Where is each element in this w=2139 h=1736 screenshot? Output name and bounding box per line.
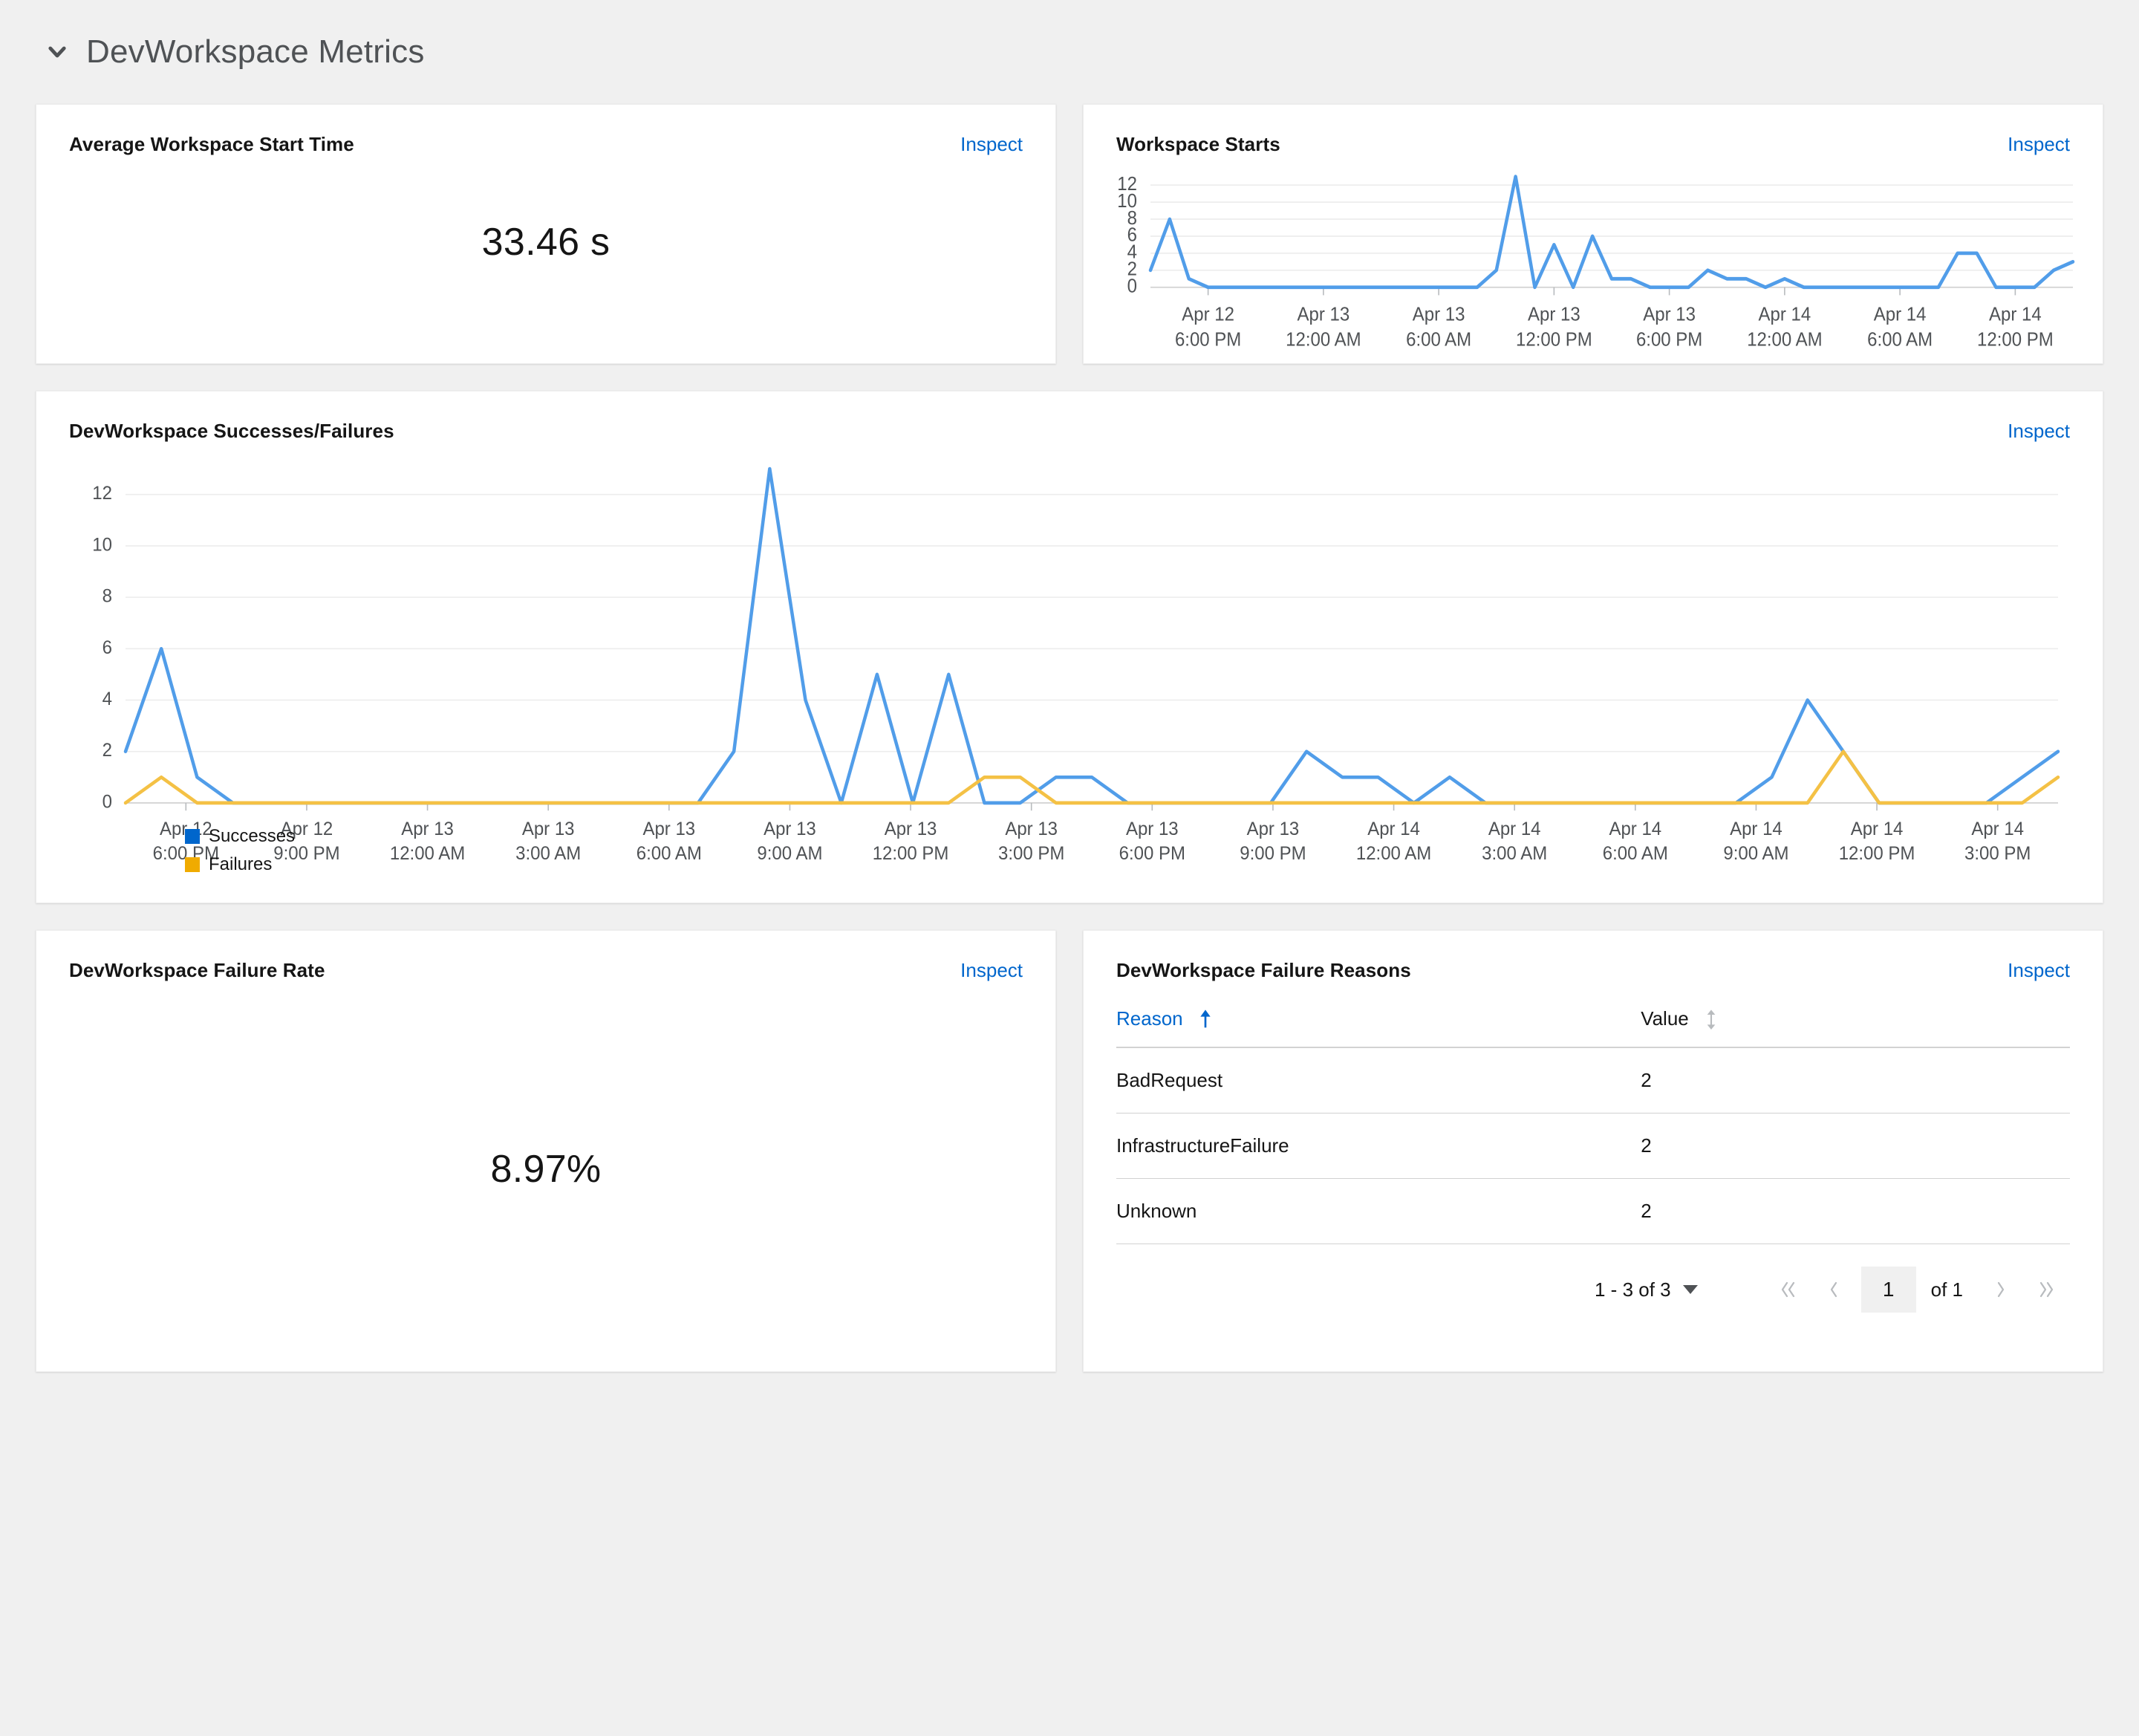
workspace-starts-chart[interactable]: 0 2 4 6 8 10 12 Apr 12 6:00 PM Apr 13 12:00 AM Apr … xyxy=(1084,156,2103,363)
svg-text:0: 0 xyxy=(102,792,112,812)
svg-text:Apr 143:00 PM: Apr 14 3:00 PM xyxy=(1964,819,2031,864)
svg-text:Apr 1312:00 PM: Apr 13 12:00 PM xyxy=(1516,305,1592,351)
card-workspace-starts: Workspace Starts Inspect 0 2 4 6 8 10 12 Apr 12… xyxy=(1083,104,2103,364)
svg-text:Apr 139:00 AM: Apr 13 9:00 AM xyxy=(757,819,822,864)
cell-reason: Unknown xyxy=(1116,1178,1641,1244)
svg-text:Apr 133:00 PM: Apr 13 3:00 PM xyxy=(998,819,1064,864)
first-page-button[interactable] xyxy=(1765,1267,1811,1313)
page-title: DevWorkspace Metrics xyxy=(86,33,425,70)
svg-text:Apr 146:00 AM: Apr 14 6:00 AM xyxy=(1603,819,1668,864)
card-body: 0 2 4 6 8 10 12 Apr 12 6:00 PM Apr 12 9:00 PM Apr 1… xyxy=(36,443,2103,903)
svg-text:Apr 126:00 PM: Apr 12 6:00 PM xyxy=(1175,305,1241,351)
cell-reason: BadRequest xyxy=(1116,1047,1641,1114)
column-header-reason-label: Reason xyxy=(1116,1007,1183,1030)
table-row: BadRequest 2 xyxy=(1116,1047,2070,1114)
cell-value: 2 xyxy=(1641,1178,2070,1244)
successes-failures-chart[interactable]: 0 2 4 6 8 10 12 Apr 12 6:00 PM Apr 12 9:00 PM Apr 1… xyxy=(36,443,2103,903)
svg-text:Apr 136:00 AM: Apr 13 6:00 AM xyxy=(637,819,702,864)
legend-label: Successes xyxy=(209,826,296,846)
cell-value: 2 xyxy=(1641,1113,2070,1179)
card-header: DevWorkspace Successes/Failures Inspect xyxy=(36,391,2103,443)
failure-reasons-table: Reason Value BadRequest 2 Infrastructure… xyxy=(1116,1007,2070,1244)
failure-reasons-table-wrapper: Reason Value BadRequest 2 Infrastructure… xyxy=(1084,982,2103,1244)
row-3: DevWorkspace Failure Rate Inspect 8.97% … xyxy=(36,930,2103,1372)
stat-wrapper: 33.46 s xyxy=(36,138,1055,345)
svg-text:4: 4 xyxy=(102,689,112,709)
svg-text:Apr 133:00 AM: Apr 13 3:00 AM xyxy=(515,819,581,864)
legend-item[interactable]: Failures xyxy=(185,854,295,875)
dashboard-page: DevWorkspace Metrics Average Workspace S… xyxy=(0,0,2139,1736)
svg-text:Apr 149:00 AM: Apr 14 9:00 AM xyxy=(1723,819,1788,864)
card-body: Reason Value BadRequest 2 Infrastructure… xyxy=(1084,982,2103,1371)
svg-text:Apr 143:00 AM: Apr 14 3:00 AM xyxy=(1482,819,1547,864)
card-title: Workspace Starts xyxy=(1116,133,1280,155)
card-successes-failures: DevWorkspace Successes/Failures Inspect … xyxy=(36,391,2103,903)
stat-value: 8.97% xyxy=(490,1148,602,1191)
page-total-label: of 1 xyxy=(1930,1278,1963,1301)
legend-swatch-icon xyxy=(185,829,200,844)
chevron-down-icon[interactable] xyxy=(45,39,70,65)
svg-text:2: 2 xyxy=(102,741,112,761)
table-header-row: Reason Value xyxy=(1116,1007,2070,1048)
inspect-link[interactable]: Inspect xyxy=(2008,959,2070,982)
svg-text:Apr 1312:00 AM: Apr 13 12:00 AM xyxy=(1286,305,1361,351)
section-header[interactable]: DevWorkspace Metrics xyxy=(36,0,2103,104)
legend-label: Failures xyxy=(209,854,273,874)
card-body: 0 2 4 6 8 10 12 Apr 12 6:00 PM Apr 13 12:00 AM Apr … xyxy=(1084,156,2103,363)
card-title: DevWorkspace Failure Reasons xyxy=(1116,959,1411,981)
legend-swatch-icon xyxy=(185,857,200,872)
svg-text:12: 12 xyxy=(1117,174,1137,195)
sort-arrow-up-icon[interactable] xyxy=(1199,1009,1211,1030)
card-average-workspace-start-time: Average Workspace Start Time Inspect 33.… xyxy=(36,104,1056,364)
card-body: 8.97% xyxy=(36,982,1055,1371)
card-title: DevWorkspace Successes/Failures xyxy=(69,420,394,442)
chevron-down-icon[interactable] xyxy=(1682,1285,1698,1294)
svg-text:Apr 1412:00 PM: Apr 14 12:00 PM xyxy=(1839,819,1915,864)
row-1: Average Workspace Start Time Inspect 33.… xyxy=(36,104,2103,364)
svg-text:10: 10 xyxy=(92,535,112,555)
card-failure-rate: DevWorkspace Failure Rate Inspect 8.97% xyxy=(36,930,1056,1372)
svg-text:6: 6 xyxy=(102,637,112,657)
table-row: InfrastructureFailure 2 xyxy=(1116,1113,2070,1179)
svg-text:Apr 1312:00 PM: Apr 13 12:00 PM xyxy=(873,819,949,864)
inspect-link[interactable]: Inspect xyxy=(2008,420,2070,443)
card-body: 33.46 s xyxy=(36,156,1055,363)
sort-updown-icon[interactable] xyxy=(1705,1009,1717,1030)
pagination-range-label: 1 - 3 of 3 xyxy=(1595,1278,1671,1301)
last-page-button[interactable] xyxy=(2024,1267,2070,1313)
svg-text:Apr 136:00 PM: Apr 13 6:00 PM xyxy=(1636,305,1702,351)
svg-text:Apr 1412:00 AM: Apr 14 12:00 AM xyxy=(1747,305,1822,351)
svg-text:Apr 139:00 PM: Apr 13 9:00 PM xyxy=(1240,819,1306,864)
chart-legend: Successes Failures xyxy=(185,826,295,875)
next-page-button[interactable] xyxy=(1978,1267,2024,1313)
svg-text:Apr 146:00 AM: Apr 14 6:00 AM xyxy=(1867,305,1933,351)
card-header: DevWorkspace Failure Reasons Inspect xyxy=(1084,931,2103,982)
svg-text:12: 12 xyxy=(92,484,112,504)
card-failure-reasons: DevWorkspace Failure Reasons Inspect Rea… xyxy=(1083,930,2103,1372)
row-2: DevWorkspace Successes/Failures Inspect … xyxy=(36,391,2103,903)
per-page-dropdown[interactable]: 1 - 3 of 3 xyxy=(1595,1278,1698,1301)
legend-item[interactable]: Successes xyxy=(185,826,295,847)
svg-text:Apr 136:00 PM: Apr 13 6:00 PM xyxy=(1119,819,1185,864)
svg-text:8: 8 xyxy=(102,586,112,606)
column-header-value-label: Value xyxy=(1641,1007,1689,1030)
svg-text:Apr 1412:00 PM: Apr 14 12:00 PM xyxy=(1977,305,2054,351)
inspect-link[interactable]: Inspect xyxy=(2008,133,2070,156)
previous-page-button[interactable] xyxy=(1811,1267,1857,1313)
table-row: Unknown 2 xyxy=(1116,1178,2070,1244)
cell-value: 2 xyxy=(1641,1047,2070,1114)
table-body: BadRequest 2 InfrastructureFailure 2 Unknown… xyxy=(1116,1047,2070,1244)
page-number-input[interactable] xyxy=(1860,1267,1916,1313)
stat-wrapper: 8.97% xyxy=(36,975,1055,1364)
cell-reason: InfrastructureFailure xyxy=(1116,1113,1641,1179)
svg-text:Apr 1312:00 AM: Apr 13 12:00 AM xyxy=(390,819,465,864)
card-header: Workspace Starts Inspect xyxy=(1084,105,2103,156)
stat-value: 33.46 s xyxy=(481,220,611,264)
pagination: 1 - 3 of 3 of 1 xyxy=(1084,1244,2103,1313)
column-header-reason[interactable]: Reason xyxy=(1116,1007,1641,1048)
column-header-value[interactable]: Value xyxy=(1641,1007,2070,1048)
svg-text:Apr 136:00 AM: Apr 13 6:00 AM xyxy=(1406,305,1471,351)
svg-text:Apr 1412:00 AM: Apr 14 12:00 AM xyxy=(1356,819,1431,864)
